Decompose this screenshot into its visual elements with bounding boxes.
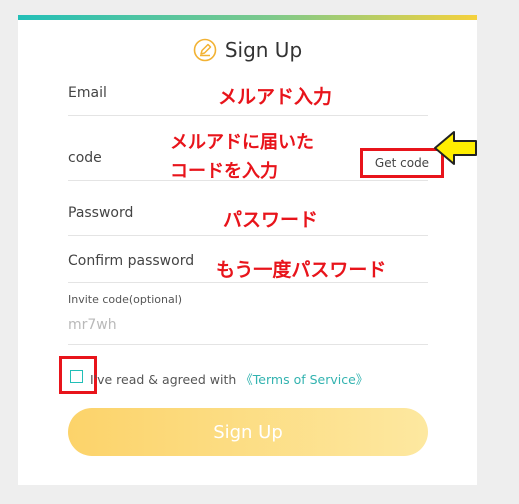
confirm-password-label: Confirm password — [68, 253, 195, 269]
signup-button[interactable]: Sign Up — [68, 408, 428, 456]
agree-text: I've read & agreed with 《Terms of Servic… — [90, 369, 368, 388]
agree-label: I've read & agreed with — [90, 372, 241, 387]
page-title: Sign Up — [224, 38, 303, 62]
signup-card: Sign Up Email code Password Confirm pass… — [18, 15, 477, 485]
arrow-left-icon — [434, 131, 477, 165]
password-label: Password — [68, 205, 134, 221]
title-row: Sign Up — [18, 35, 477, 65]
password-annotation: パスワード — [223, 209, 319, 231]
terms-of-service-link[interactable]: 《Terms of Service》 — [240, 372, 368, 387]
invite-code-field[interactable]: Invite code(optional) mr7wh — [68, 293, 428, 345]
code-annotation-line2: コードを入力 — [170, 161, 278, 182]
invite-code-input[interactable]: mr7wh — [68, 317, 117, 333]
confirm-password-annotation: もう一度パスワード — [216, 259, 387, 281]
top-accent-bar — [18, 15, 477, 20]
email-annotation: メルアド入力 — [218, 86, 333, 108]
pencil-icon — [193, 38, 217, 62]
agree-checkbox[interactable] — [70, 370, 83, 383]
code-label: code — [68, 150, 102, 166]
email-label: Email — [68, 85, 107, 101]
invite-code-label: Invite code(optional) — [68, 293, 183, 306]
code-annotation-line1: メルアドに届いた — [170, 132, 314, 153]
